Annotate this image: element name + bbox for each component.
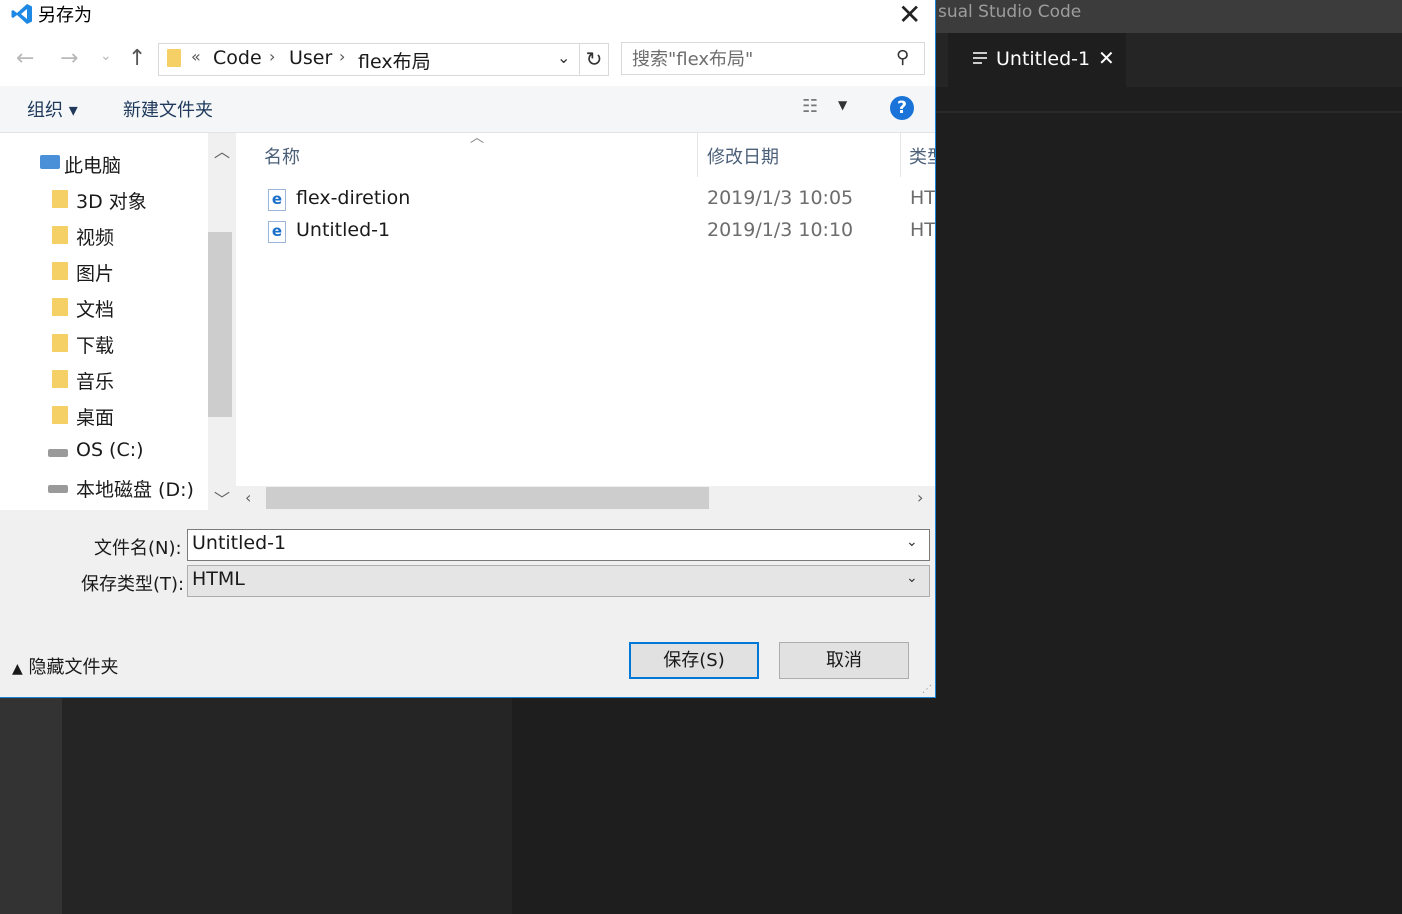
recent-locations-chevron-icon[interactable]: ⌄ (100, 48, 112, 64)
vscode-breadcrumb-bar (936, 87, 1402, 113)
tree-item-videos[interactable]: 视频 (76, 223, 114, 250)
tree-item-desktop[interactable]: 桌面 (76, 403, 114, 430)
tree-item-documents[interactable]: 文档 (76, 295, 114, 322)
tree-item-this-pc[interactable]: 此电脑 (64, 151, 121, 178)
search-box[interactable]: ⚲ (621, 42, 925, 75)
cancel-button[interactable]: 取消 (779, 642, 909, 679)
column-header-type[interactable]: 类型 (909, 143, 935, 169)
resize-grip-icon[interactable]: ⋰ (922, 684, 932, 695)
tree-item-music[interactable]: 音乐 (76, 367, 114, 394)
forward-arrow-icon[interactable]: → (60, 46, 78, 71)
file-type: HTI (910, 187, 935, 209)
chevron-right-icon: › (269, 47, 276, 66)
organize-menu[interactable]: 组织 ▾ (27, 96, 78, 122)
breadcrumb-code[interactable]: Code (213, 47, 262, 69)
column-header-name[interactable]: 名称 (264, 143, 300, 169)
filetype-label: 保存类型(T): (81, 574, 185, 595)
back-arrow-icon[interactable]: ← (16, 46, 34, 71)
file-modified: 2019/1/3 10:05 (707, 187, 854, 209)
nav-pane-scrollbar-thumb[interactable] (208, 232, 232, 417)
chevron-down-icon[interactable]: ⌄ (906, 570, 918, 586)
tree-item-downloads[interactable]: 下载 (76, 331, 114, 358)
folder-downloads-icon (52, 334, 68, 352)
breadcrumb-user[interactable]: User (289, 47, 332, 69)
tree-item-drive-c[interactable]: OS (C:) (76, 439, 144, 461)
sort-ascending-icon: ︿ (470, 133, 484, 146)
table-row[interactable]: e Untitled-1 2019/1/3 10:10 HTI (266, 217, 935, 247)
html-file-icon: e (268, 221, 286, 243)
column-header-modified[interactable]: 修改日期 (707, 143, 779, 169)
filename-label: 文件名(N): (94, 538, 182, 559)
filetype-select[interactable]: HTML ⌄ (187, 565, 930, 597)
search-icon[interactable]: ⚲ (896, 47, 909, 68)
navigation-pane: 此电脑 3D 对象 视频 图片 文档 下载 音乐 桌面 OS (C:) 本地磁盘… (0, 133, 232, 510)
vscode-logo-icon (11, 4, 32, 24)
file-list: ︿ 名称 修改日期 类型 e flex-diretion 2019/1/3 10… (236, 133, 935, 510)
filetype-value: HTML (192, 568, 245, 590)
breadcrumb-flex[interactable]: flex布局 (358, 47, 431, 74)
scroll-right-icon[interactable]: › (917, 488, 923, 507)
vscode-activity-bar (0, 698, 62, 914)
file-list-hscrollbar-thumb[interactable] (266, 487, 709, 509)
hide-folders-toggle[interactable]: ▲ 隐藏文件夹 (12, 653, 119, 679)
new-folder-button[interactable]: 新建文件夹 (123, 96, 213, 122)
file-type: HTI (910, 219, 935, 241)
table-row[interactable]: e flex-diretion 2019/1/3 10:05 HTI (266, 185, 935, 215)
folder-video-icon (52, 226, 68, 244)
up-arrow-icon[interactable]: ↑ (128, 46, 146, 71)
hide-folders-label: 隐藏文件夹 (28, 657, 119, 678)
tree-item-drive-d[interactable]: 本地磁盘 (D:) (76, 475, 194, 502)
filename-field[interactable]: Untitled-1 ⌄ (187, 529, 930, 561)
tree-item-pictures[interactable]: 图片 (76, 259, 114, 286)
dialog-titlebar: 另存为 ✕ (0, 0, 935, 31)
chevron-right-icon: › (339, 47, 346, 66)
vscode-sidebar (62, 698, 512, 914)
folder-pictures-icon (52, 262, 68, 280)
chevron-up-icon: ▲ (12, 661, 23, 677)
folder-documents-icon (52, 298, 68, 316)
filename-value[interactable]: Untitled-1 (192, 532, 286, 554)
vscode-tab-untitled[interactable]: Untitled-1 ✕ (948, 33, 1126, 87)
search-input[interactable] (630, 45, 889, 73)
drive-d-icon (48, 485, 68, 493)
view-details-icon[interactable]: ☷ (802, 96, 818, 117)
file-modified: 2019/1/3 10:10 (707, 219, 854, 241)
pc-icon (40, 155, 60, 169)
scroll-down-icon[interactable]: ﹀ (214, 486, 230, 510)
close-icon[interactable]: ✕ (1098, 46, 1115, 70)
column-divider[interactable] (900, 133, 901, 177)
address-bar[interactable]: « Code › User › flex布局 ⌄ (158, 43, 580, 76)
close-icon[interactable]: ✕ (898, 0, 921, 31)
vscode-tab-label: Untitled-1 (996, 48, 1091, 70)
scroll-left-icon[interactable]: ‹ (245, 488, 251, 507)
html-file-icon: e (268, 189, 286, 211)
scroll-up-icon[interactable]: ︿ (214, 138, 230, 162)
chevron-down-icon[interactable]: ▼ (838, 98, 847, 112)
folder-3d-icon (52, 190, 68, 208)
column-divider[interactable] (697, 133, 698, 177)
folder-desktop-icon (52, 406, 68, 424)
tree-item-3d-objects[interactable]: 3D 对象 (76, 187, 147, 214)
file-name: Untitled-1 (296, 219, 391, 241)
refresh-button[interactable]: ↻ (580, 43, 609, 76)
save-as-dialog: 另存为 ✕ ← → ⌄ ↑ « Code › User › flex布局 ⌄ ↻… (0, 0, 936, 698)
help-icon[interactable]: ? (890, 96, 914, 120)
vscode-window-title: sual Studio Code (938, 2, 1082, 22)
file-lines-icon (973, 52, 987, 66)
dialog-navbar: ← → ⌄ ↑ « Code › User › flex布局 ⌄ ↻ ⚲ (0, 30, 935, 86)
dialog-title: 另存为 (38, 5, 92, 26)
folder-music-icon (52, 370, 68, 388)
file-name: flex-diretion (296, 187, 411, 209)
chevron-down-icon[interactable]: ⌄ (906, 534, 918, 550)
vscode-editor[interactable] (512, 698, 1402, 914)
chevron-down-icon[interactable]: ⌄ (557, 48, 570, 67)
save-button[interactable]: 保存(S) (629, 642, 759, 679)
drive-c-icon (48, 449, 68, 457)
breadcrumb-overflow[interactable]: « (191, 47, 201, 66)
folder-icon (167, 49, 181, 67)
command-bar: 组织 ▾ 新建文件夹 ☷ ▼ ? (0, 86, 935, 133)
